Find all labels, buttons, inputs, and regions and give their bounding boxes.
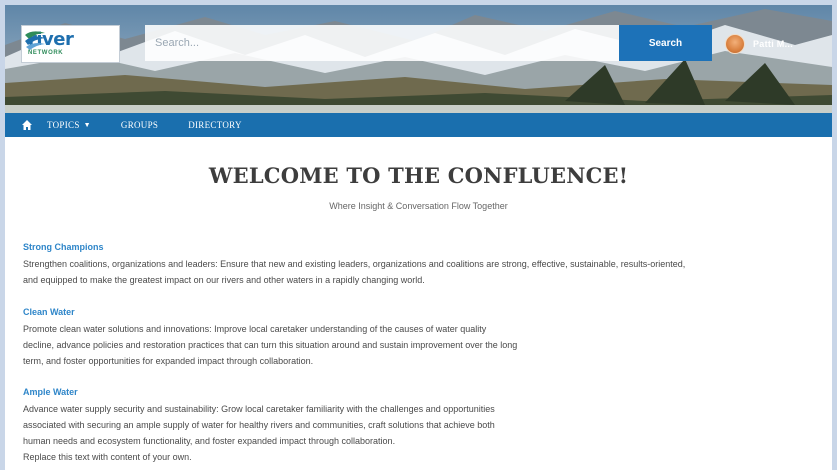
nav-item-directory[interactable]: DIRECTORY <box>188 120 242 130</box>
section-ample-water: Ample Water Advance water supply securit… <box>23 387 828 465</box>
nav-item-label: TOPICS <box>47 120 80 130</box>
search-button[interactable]: Search <box>619 25 712 61</box>
home-icon[interactable] <box>21 119 33 131</box>
section-text-line: Advance water supply security and sustai… <box>23 404 495 414</box>
nav-item-label: GROUPS <box>120 120 159 130</box>
avatar[interactable] <box>725 34 745 54</box>
chevron-down-icon: ▼ <box>83 121 91 129</box>
section-strong-champions: Strong Champions Strengthen coalitions, … <box>23 242 828 288</box>
section-text-line: Strengthen coalitions, organizations and… <box>23 259 686 269</box>
search-input[interactable] <box>145 25 619 61</box>
section-clean-water: Clean Water Promote clean water solution… <box>23 307 828 369</box>
section-text-line: Replace this text with content of your o… <box>23 452 192 462</box>
section-heading[interactable]: Ample Water <box>23 387 828 397</box>
section-text-line: term, and foster opportunities for expan… <box>23 356 314 366</box>
nav-item-groups[interactable]: GROUPS <box>121 120 158 130</box>
section-text-line: decline, advance policies and restoratio… <box>23 340 518 350</box>
main-nav: TOPICS ▼ GROUPS DIRECTORY <box>5 113 832 137</box>
section-text-line: human needs and ecosystem functionality,… <box>23 436 396 446</box>
header-banner: river NETWORK Search Patti M... <box>5 5 832 113</box>
nav-item-label: DIRECTORY <box>188 120 242 130</box>
section-heading[interactable]: Clean Water <box>23 307 828 317</box>
page-title: WELCOME TO THE CONFLUENCE! <box>208 163 629 188</box>
page: river NETWORK Search Patti M... TOPICS ▼… <box>5 5 832 470</box>
section-text-line: and equipped to make the greatest impact… <box>23 275 425 285</box>
section-heading[interactable]: Strong Champions <box>23 242 828 252</box>
page-subtitle: Where Insight & Conversation Flow Togeth… <box>329 201 508 211</box>
site-logo[interactable]: river NETWORK <box>21 25 120 63</box>
nav-item-topics[interactable]: TOPICS ▼ <box>47 120 91 130</box>
section-text-line: associated with securing an ample supply… <box>23 420 495 430</box>
user-name: Patti M... <box>753 39 794 49</box>
user-menu[interactable]: Patti M... <box>725 31 793 57</box>
section-text-line: Promote clean water solutions and innova… <box>23 324 487 334</box>
river-logo-icon <box>25 31 45 50</box>
